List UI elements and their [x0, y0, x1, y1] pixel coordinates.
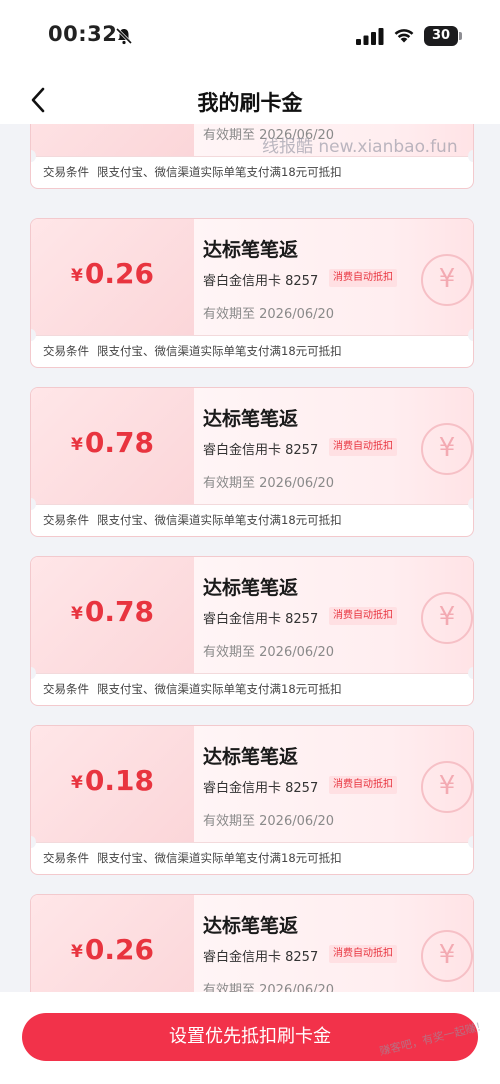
currency-symbol: ¥ [71, 435, 83, 455]
card-notch-left [31, 836, 36, 848]
card-title: 达标笔笔返 [203, 408, 299, 430]
conditions-text: 限支付宝、微信渠道实际单笔支付满18元可抵扣 [97, 851, 342, 865]
reward-list[interactable]: 有效期至 2026/06/20 交易条件 限支付宝、微信渠道实际单笔支付满18元可… [0, 124, 500, 992]
card-amount: ¥0.26 [31, 933, 194, 966]
yen-watermark-icon: ¥ [421, 254, 473, 306]
conditions-text: 限支付宝、微信渠道实际单笔支付满18元可抵扣 [97, 344, 342, 358]
auto-deduct-badge: 消费自动抵扣 [329, 776, 397, 794]
reward-card[interactable]: ¥ ¥0.26 达标笔笔返 睿白金信用卡 8257 消费自动抵扣 有效期至 20… [30, 218, 474, 368]
card-notch-right [468, 498, 473, 510]
card-amount: ¥0.18 [31, 764, 194, 797]
amount-value: 0.78 [84, 595, 154, 628]
card-notch-right [468, 150, 473, 162]
auto-deduct-badge: 消费自动抵扣 [329, 438, 397, 456]
yen-watermark-icon: ¥ [421, 761, 473, 813]
card-validity: 有效期至 2026/06/20 [203, 983, 335, 992]
card-amount-panel [31, 124, 194, 156]
card-notch-left [31, 329, 36, 341]
auto-deduct-badge: 消费自动抵扣 [329, 269, 397, 287]
wifi-icon [394, 29, 414, 43]
conditions-label: 交易条件 [43, 165, 89, 179]
conditions-text: 限支付宝、微信渠道实际单笔支付满18元可抵扣 [97, 165, 342, 179]
site-watermark: 线报酷 new.xianbao.fun [262, 137, 458, 157]
card-bank-card: 睿白金信用卡 8257 [203, 781, 319, 796]
card-notch-right [468, 667, 473, 679]
status-time: 00:32 [48, 22, 118, 46]
yen-watermark-icon: ¥ [421, 423, 473, 475]
amount-value: 0.26 [84, 257, 154, 290]
bell-muted-icon [115, 27, 133, 45]
reward-card[interactable]: ¥ ¥0.18 达标笔笔返 睿白金信用卡 8257 消费自动抵扣 有效期至 20… [30, 725, 474, 875]
card-divider [31, 673, 473, 674]
battery-level: 30 [424, 26, 458, 46]
card-notch-left [31, 667, 36, 679]
card-validity: 有效期至 2026/06/20 [203, 645, 335, 660]
reward-card[interactable]: ¥ ¥0.78 达标笔笔返 睿白金信用卡 8257 消费自动抵扣 有效期至 20… [30, 556, 474, 706]
card-divider [31, 335, 473, 336]
card-title: 达标笔笔返 [203, 915, 299, 937]
conditions-label: 交易条件 [43, 344, 89, 358]
card-bank-card: 睿白金信用卡 8257 [203, 443, 319, 458]
conditions-label: 交易条件 [43, 851, 89, 865]
currency-symbol: ¥ [71, 773, 83, 793]
card-title: 达标笔笔返 [203, 239, 299, 261]
auto-deduct-badge: 消费自动抵扣 [329, 607, 397, 625]
status-bar: 00:32 30 [0, 0, 500, 76]
conditions-text: 限支付宝、微信渠道实际单笔支付满18元可抵扣 [97, 682, 342, 696]
card-validity: 有效期至 2026/06/20 [203, 814, 335, 829]
conditions-label: 交易条件 [43, 513, 89, 527]
card-divider [31, 504, 473, 505]
navigation-bar: 我的刷卡金 [0, 76, 500, 124]
card-conditions: 交易条件 限支付宝、微信渠道实际单笔支付满18元可抵扣 [43, 164, 342, 180]
conditions-label: 交易条件 [43, 682, 89, 696]
reward-card[interactable]: ¥ ¥0.26 达标笔笔返 睿白金信用卡 8257 消费自动抵扣 有效期至 20… [30, 894, 474, 992]
battery-tip [459, 32, 462, 40]
amount-value: 0.78 [84, 426, 154, 459]
card-bank-card: 睿白金信用卡 8257 [203, 950, 319, 965]
card-conditions: 交易条件 限支付宝、微信渠道实际单笔支付满18元可抵扣 [43, 343, 342, 359]
reward-card[interactable]: ¥ ¥0.78 达标笔笔返 睿白金信用卡 8257 消费自动抵扣 有效期至 20… [30, 387, 474, 537]
cellular-signal-icon [356, 28, 384, 45]
amount-value: 0.26 [84, 933, 154, 966]
card-conditions: 交易条件 限支付宝、微信渠道实际单笔支付满18元可抵扣 [43, 681, 342, 697]
card-conditions: 交易条件 限支付宝、微信渠道实际单笔支付满18元可抵扣 [43, 850, 342, 866]
card-title: 达标笔笔返 [203, 577, 299, 599]
card-amount: ¥0.26 [31, 257, 194, 290]
auto-deduct-badge: 消费自动抵扣 [329, 945, 397, 963]
card-notch-left [31, 150, 36, 162]
card-bank-card: 睿白金信用卡 8257 [203, 612, 319, 627]
page-title: 我的刷卡金 [197, 91, 303, 115]
card-validity: 有效期至 2026/06/20 [203, 476, 335, 491]
conditions-text: 限支付宝、微信渠道实际单笔支付满18元可抵扣 [97, 513, 342, 527]
card-notch-right [468, 836, 473, 848]
amount-value: 0.18 [84, 764, 154, 797]
card-title: 达标笔笔返 [203, 746, 299, 768]
card-divider [31, 842, 473, 843]
card-conditions: 交易条件 限支付宝、微信渠道实际单笔支付满18元可抵扣 [43, 512, 342, 528]
card-validity: 有效期至 2026/06/20 [203, 307, 335, 322]
currency-symbol: ¥ [71, 942, 83, 962]
currency-symbol: ¥ [71, 266, 83, 286]
yen-watermark-icon: ¥ [421, 592, 473, 644]
card-bank-card: 睿白金信用卡 8257 [203, 274, 319, 289]
card-notch-right [468, 329, 473, 341]
currency-symbol: ¥ [71, 604, 83, 624]
card-amount: ¥0.78 [31, 595, 194, 628]
yen-watermark-icon: ¥ [421, 930, 473, 982]
card-notch-left [31, 498, 36, 510]
card-amount: ¥0.78 [31, 426, 194, 459]
